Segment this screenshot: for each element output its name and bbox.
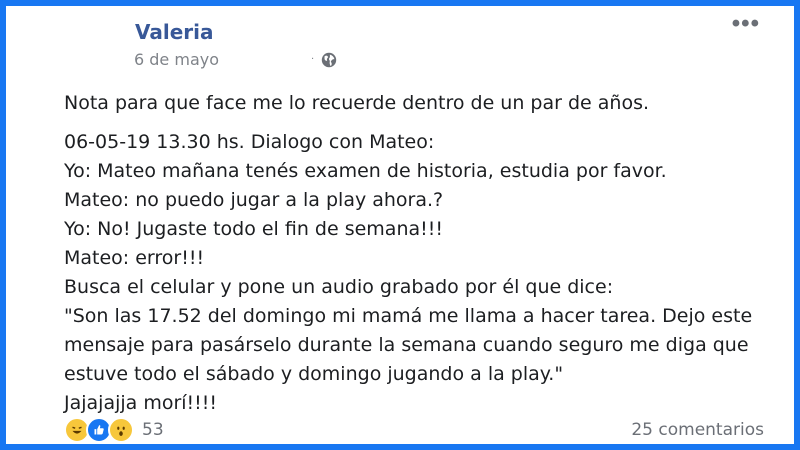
globe-icon[interactable]	[320, 51, 338, 69]
post-line: "Son las 17.52 del domingo mi mamá me ll…	[64, 305, 753, 327]
reactions-summary[interactable]: 53	[64, 417, 164, 443]
post-body: Nota para que face me lo recuerde dentro…	[64, 89, 784, 418]
post-line: Mateo: error!!!	[64, 247, 205, 269]
wow-icon	[108, 417, 134, 443]
post-line: estuve todo el sábado y domingo jugando …	[64, 363, 564, 385]
post-card: Valeria 6 de mayo · ••• Nota para que fa…	[6, 6, 794, 444]
post-line: Yo: No! Jugaste todo el fin de semana!!!	[64, 218, 443, 240]
more-options-icon[interactable]: •••	[732, 10, 760, 38]
comments-count[interactable]: 25 comentarios	[631, 420, 764, 440]
post-line: Mateo: no puedo jugar a la play ahora.?	[64, 189, 444, 211]
reactions-count: 53	[142, 420, 164, 440]
post-line: Busca el celular y pone un audio grabado…	[64, 276, 614, 298]
post-line: Jajajajja morí!!!!	[64, 392, 218, 414]
post-line: Yo: Mateo mañana tenés examen de histori…	[64, 160, 667, 182]
post-line: mensaje para pasárselo durante la semana…	[64, 334, 749, 356]
post-line: Nota para que face me lo recuerde dentro…	[64, 92, 650, 114]
post-date[interactable]: 6 de mayo	[134, 50, 219, 69]
post-meta: 6 de mayo ·	[134, 50, 338, 69]
post-footer: 53 25 comentarios	[64, 417, 764, 443]
post-line: 06-05-19 13.30 hs. Dialogo con Mateo:	[64, 131, 435, 153]
meta-separator: ·	[311, 53, 315, 65]
author-name[interactable]: Valeria	[135, 20, 214, 44]
